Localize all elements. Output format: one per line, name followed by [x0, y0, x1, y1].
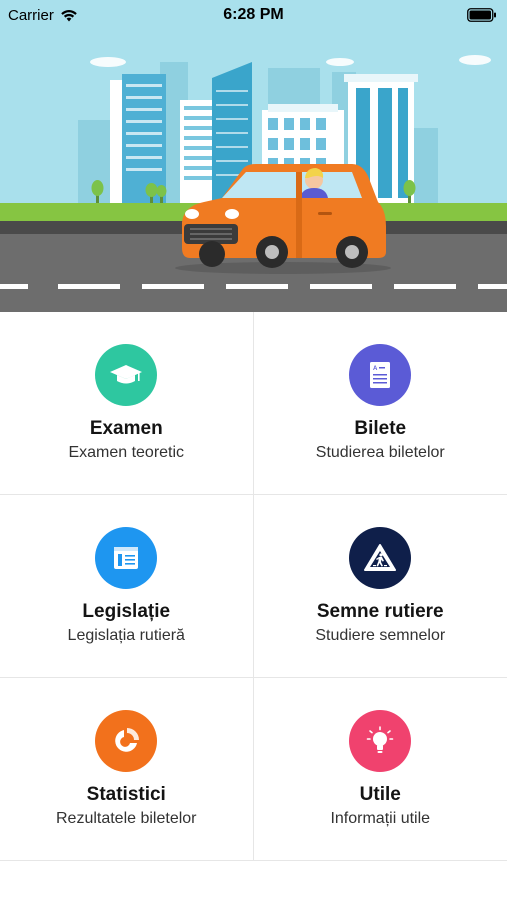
tile-subtitle: Rezultatele biletelor [55, 810, 197, 827]
book-icon [95, 527, 158, 589]
tile-title: Examen [89, 418, 163, 439]
tile-subtitle: Examen teoretic [68, 444, 185, 461]
carrier-label: Carrier [8, 6, 54, 24]
svg-text:A: A [373, 366, 378, 372]
menu-tile-semne-rutiere[interactable]: Semne rutiere Studiere semnelor [253, 495, 507, 678]
pie-chart-icon [95, 710, 158, 772]
lightbulb-icon [349, 710, 412, 772]
menu-tile-statistici[interactable]: Statistici Rezultatele biletelor [0, 678, 254, 861]
menu-tile-utile[interactable]: Utile Informații utile [253, 678, 507, 861]
tile-title: Statistici [86, 784, 166, 805]
tile-title: Legislație [82, 601, 171, 622]
document-icon: A [349, 344, 412, 406]
tile-subtitle: Informații utile [330, 810, 431, 827]
tile-subtitle: Legislația rutieră [67, 627, 185, 644]
tile-title: Semne rutiere [316, 601, 444, 622]
menu-tile-examen[interactable]: Examen Examen teoretic [0, 312, 254, 495]
status-bar: Carrier 6:28 PM [0, 0, 507, 30]
tile-subtitle: Studierea biletelor [315, 444, 445, 461]
pedestrian-crossing-sign-icon [349, 527, 412, 589]
menu-tile-bilete[interactable]: A Bilete Studierea biletelor [253, 312, 507, 495]
menu-tile-legislatie[interactable]: Legislație Legislația rutieră [0, 495, 254, 678]
tile-subtitle: Studiere semnelor [315, 627, 446, 644]
tile-title: Bilete [354, 418, 407, 439]
battery-icon [467, 8, 496, 22]
hero-illustration [0, 0, 507, 312]
wifi-icon [61, 9, 77, 21]
graduation-cap-icon [95, 344, 158, 406]
main-menu-grid: Examen Examen teoretic A Bilete Studiere… [0, 312, 507, 861]
tile-title: Utile [359, 784, 401, 805]
